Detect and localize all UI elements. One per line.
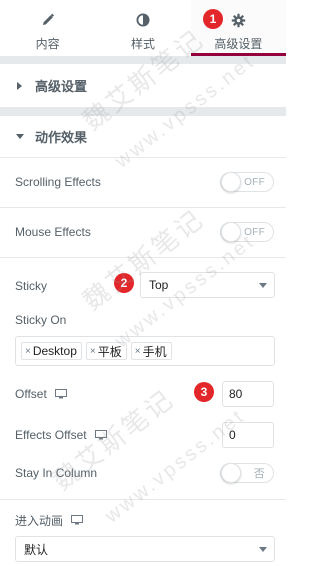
section-advanced-header[interactable]: 高级设置 <box>0 64 286 108</box>
tab-advanced-label: 高级设置 <box>214 37 263 51</box>
mouse-effects-toggle-text: OFF <box>244 226 265 238</box>
sticky-label: Sticky <box>15 279 48 293</box>
remove-tag-icon[interactable]: × <box>25 346 31 357</box>
watermark-text: 魏艾斯笔记 <box>77 203 210 317</box>
stay-in-column-label: Stay In Column <box>15 466 98 480</box>
annotation-badge-1: 1 <box>203 9 223 29</box>
sticky-on-row: Sticky On <box>15 311 273 329</box>
tab-content[interactable]: 内容 <box>0 0 95 56</box>
remove-tag-icon[interactable]: × <box>90 346 96 357</box>
tag-label: 平板 <box>97 344 122 359</box>
scrolling-effects-toggle[interactable]: OFF <box>220 172 274 192</box>
section-gap <box>0 108 286 116</box>
section-motion-header[interactable]: 动作效果 <box>0 116 286 158</box>
desktop-icon[interactable] <box>54 389 67 399</box>
sticky-on-label: Sticky On <box>15 313 67 327</box>
caret-down-icon <box>15 133 25 140</box>
entrance-animation-value: 默认 <box>24 542 49 557</box>
effects-offset-label: Effects Offset <box>15 428 87 442</box>
effects-offset-input[interactable]: 0 <box>222 422 274 448</box>
tab-style[interactable]: 样式 <box>95 0 190 56</box>
tag-tablet[interactable]: × 平板 <box>85 342 127 360</box>
divider <box>0 499 286 500</box>
annotation-badge-2: 2 <box>114 273 134 293</box>
offset-input[interactable]: 80 <box>222 381 274 407</box>
sticky-select[interactable]: Top <box>140 272 275 298</box>
sticky-on-tag-input[interactable]: × Desktop × 平板 × 手机 <box>15 336 275 366</box>
tag-label: 手机 <box>142 344 167 359</box>
entrance-animation-select[interactable]: 默认 <box>15 536 275 562</box>
caret-right-icon <box>15 81 25 90</box>
pencil-icon <box>41 11 55 29</box>
toggle-knob <box>221 463 241 483</box>
chevron-down-icon <box>259 547 267 552</box>
tab-advanced[interactable]: 高级设置 <box>190 0 286 56</box>
section-motion-title: 动作效果 <box>35 130 88 145</box>
tag-mobile[interactable]: × 手机 <box>130 342 172 360</box>
scrolling-effects-label: Scrolling Effects <box>15 175 101 189</box>
scrolling-effects-toggle-text: OFF <box>244 176 265 188</box>
annotation-badge-3: 3 <box>194 382 214 402</box>
offset-value: 80 <box>229 387 243 401</box>
tab-style-label: 样式 <box>130 37 155 51</box>
tab-content-label: 内容 <box>35 37 60 51</box>
offset-label: Offset <box>15 387 47 401</box>
entrance-animation-label: 进入动画 <box>15 513 64 528</box>
stay-in-column-toggle-text: 否 <box>253 468 265 480</box>
entrance-animation-row: 进入动画 <box>15 510 273 530</box>
half-circle-icon <box>136 11 150 29</box>
toggle-knob <box>221 222 241 242</box>
remove-tag-icon[interactable]: × <box>135 346 141 357</box>
toggle-knob <box>221 172 241 192</box>
mouse-effects-toggle[interactable]: OFF <box>220 222 274 242</box>
desktop-icon[interactable] <box>71 515 84 525</box>
desktop-icon[interactable] <box>94 430 107 440</box>
tag-label: Desktop <box>32 344 77 358</box>
tag-desktop[interactable]: × Desktop <box>21 342 82 360</box>
gear-icon <box>231 11 246 29</box>
stay-in-column-toggle[interactable]: 否 <box>220 463 274 483</box>
effects-offset-value: 0 <box>229 428 236 442</box>
sticky-select-value: Top <box>149 278 169 292</box>
chevron-down-icon <box>259 283 267 288</box>
divider <box>0 207 286 208</box>
panel-tabs: 内容 样式 高级设置 <box>0 0 286 56</box>
section-advanced-title: 高级设置 <box>35 79 88 94</box>
divider <box>0 257 286 258</box>
mouse-effects-label: Mouse Effects <box>15 225 91 239</box>
tabs-separator <box>0 56 286 64</box>
